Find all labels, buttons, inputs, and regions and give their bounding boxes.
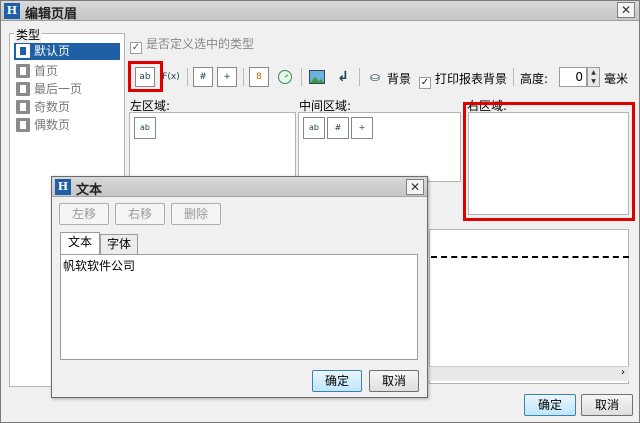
type-item-first-page[interactable]: 首页 — [14, 63, 120, 80]
type-item-even-page[interactable]: 偶数页 — [14, 117, 120, 134]
type-item-last-page[interactable]: 最后一页 — [14, 81, 120, 98]
app-logo-icon: H — [4, 3, 20, 19]
horizontal-scrollbar[interactable]: › — [429, 366, 629, 381]
toolbar-separator — [243, 68, 244, 86]
checkbox-icon: ✓ — [130, 42, 142, 54]
text-content-area[interactable]: 帆软软件公司 — [60, 254, 418, 360]
title-bar: H 编辑页眉 ✕ — [1, 1, 639, 22]
type-item-default[interactable]: 默认页 — [14, 43, 120, 60]
insert-newline-button[interactable]: ↲ — [333, 67, 353, 87]
print-background-checkbox[interactable]: ✓ 打印报表背景 — [419, 70, 507, 89]
page-icon — [16, 118, 30, 132]
image-icon — [309, 70, 325, 84]
type-item-label: 偶数页 — [34, 118, 71, 132]
text-element-button[interactable]: ab — [134, 117, 156, 139]
dialog-ok-button[interactable]: 确定 — [312, 370, 362, 392]
header-preview — [429, 229, 629, 384]
height-label: 高度: — [520, 72, 549, 86]
tab-text[interactable]: 文本 — [60, 232, 100, 254]
dialog-title: 文本 — [76, 183, 103, 198]
cancel-button[interactable]: 取消 — [581, 394, 633, 416]
insert-date-button[interactable]: 8 — [249, 67, 269, 87]
header-toolbar: ab F(x) # + 8 ↲ ⛀ 背景 ✓ 打印报表背景 高度: 0 ▲ ▼ 毫米 — [129, 64, 629, 90]
tab-font[interactable]: 字体 — [100, 234, 138, 254]
insert-formula-button[interactable]: F(x) — [161, 67, 181, 87]
total-pages-element-button[interactable]: + — [351, 117, 373, 139]
move-right-button[interactable]: 右移 — [115, 203, 165, 225]
toolbar-separator — [187, 68, 188, 86]
custom-type-checkbox[interactable]: ✓ 是否定义选中的类型 — [130, 35, 254, 54]
insert-total-pages-button[interactable]: + — [217, 67, 237, 87]
toolbar-separator — [513, 68, 514, 86]
left-area[interactable]: ab — [129, 112, 296, 182]
text-element-button[interactable]: ab — [303, 117, 325, 139]
middle-area[interactable]: ab # + — [298, 112, 461, 182]
insert-page-number-button[interactable]: # — [193, 67, 213, 87]
type-item-label: 首页 — [34, 64, 59, 78]
background-button[interactable]: ⛀ — [365, 67, 385, 87]
background-label: 背景 — [387, 72, 412, 86]
move-left-button[interactable]: 左移 — [59, 203, 109, 225]
height-input[interactable]: 0 — [559, 67, 587, 87]
type-item-label: 最后一页 — [34, 82, 83, 96]
toolbar-separator — [301, 68, 302, 86]
checkbox-icon: ✓ — [419, 77, 431, 89]
right-area[interactable] — [468, 112, 629, 215]
custom-type-label: 是否定义选中的类型 — [146, 37, 255, 51]
dialog-close-button[interactable]: ✕ — [406, 179, 424, 195]
scroll-right-icon[interactable]: › — [621, 367, 625, 378]
height-spinner[interactable]: ▲ ▼ — [587, 67, 600, 87]
app-logo-icon: H — [55, 179, 71, 195]
window-title: 编辑页眉 — [25, 7, 78, 22]
header-boundary-line — [431, 256, 629, 258]
print-background-label: 打印报表背景 — [435, 72, 508, 86]
delete-button[interactable]: 删除 — [171, 203, 221, 225]
insert-time-button[interactable] — [275, 67, 295, 87]
type-legend: 类型 — [14, 26, 43, 43]
newline-icon: ↲ — [337, 69, 349, 85]
type-item-odd-page[interactable]: 奇数页 — [14, 99, 120, 116]
clock-icon — [278, 70, 292, 84]
window-close-button[interactable]: ✕ — [617, 2, 635, 18]
page-number-element-button[interactable]: # — [327, 117, 349, 139]
unit-label: 毫米 — [604, 72, 629, 86]
paint-bucket-icon: ⛀ — [369, 70, 381, 84]
insert-image-button[interactable] — [307, 67, 327, 87]
insert-text-button[interactable]: ab — [135, 67, 155, 87]
toolbar-separator — [359, 68, 360, 86]
type-item-label: 奇数页 — [34, 100, 71, 114]
page-icon — [16, 44, 30, 58]
text-dialog: H 文本 ✕ 左移 右移 删除 文本 字体 帆软软件公司 确定 取消 — [51, 176, 428, 398]
page-icon — [16, 100, 30, 114]
type-item-label: 默认页 — [34, 44, 71, 58]
dialog-cancel-button[interactable]: 取消 — [369, 370, 419, 392]
dialog-title-bar: H 文本 ✕ — [52, 177, 427, 198]
ok-button[interactable]: 确定 — [524, 394, 576, 416]
page-icon — [16, 82, 30, 96]
page-icon — [16, 64, 30, 78]
